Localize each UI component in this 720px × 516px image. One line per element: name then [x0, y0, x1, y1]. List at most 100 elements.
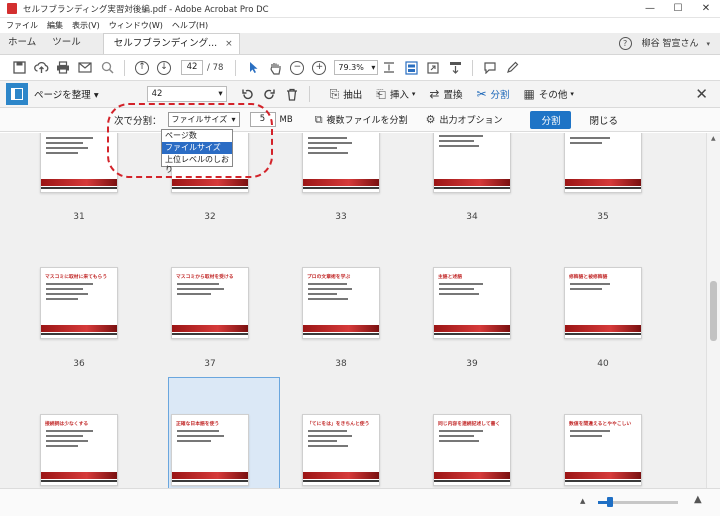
gear-icon: ⚙ — [425, 113, 436, 126]
page-thumbnail[interactable]: プロの文章術を学ぶ — [302, 267, 380, 339]
slide-body-lines — [303, 427, 379, 447]
more-options-button[interactable]: ▦ その他 ▾ — [524, 87, 574, 101]
scissors-icon: ✂ — [476, 87, 487, 101]
organize-pages-icon[interactable] — [6, 83, 28, 105]
zoom-slider-knob[interactable] — [607, 497, 613, 507]
extract-icon: ⎘ — [329, 86, 340, 101]
page-thumbnail[interactable]: 修飾語と被修飾語 — [564, 267, 642, 339]
organize-pages-label: ページを整理 — [34, 90, 91, 101]
page-thumbnail[interactable]: 各ガスタジオ広告について — [564, 133, 642, 193]
comment-icon[interactable] — [479, 57, 501, 79]
slide-footer-bar — [434, 179, 510, 186]
slide-footer-bar — [434, 325, 510, 332]
print-icon[interactable] — [52, 57, 74, 79]
more-grid-icon: ▦ — [523, 87, 535, 101]
user-name[interactable]: 柳谷 智宣さん — [642, 36, 699, 49]
search-icon[interactable] — [96, 57, 118, 79]
slide-footer-bar — [41, 472, 117, 479]
slide-footer-bar — [41, 179, 117, 186]
scroll-mode-icon[interactable] — [444, 57, 466, 79]
page-thumbnail[interactable]: 正確な日本語を使う — [171, 414, 249, 486]
help-icon[interactable]: ? — [618, 37, 632, 50]
page-display-icon[interactable] — [400, 57, 422, 79]
pen-icon[interactable] — [501, 57, 523, 79]
extract-button[interactable]: ⎘ 抽出 — [330, 87, 363, 102]
page-thumbnail[interactable]: 主語と述語 — [433, 267, 511, 339]
organize-pages-title[interactable]: ページを整理 ▾ — [34, 87, 99, 101]
close-organize-icon[interactable]: ✕ — [695, 85, 708, 103]
main-toolbar: ↑ ↓ 42 / 78 − + 79.3% ▾ — [0, 55, 720, 81]
slide-footer-bar — [41, 325, 117, 332]
split-button[interactable]: 分割 — [530, 110, 572, 129]
mail-icon[interactable] — [74, 57, 96, 79]
tab-document[interactable]: セルフブランディング... × — [102, 33, 240, 54]
zoom-small-icon[interactable]: ▲ — [580, 497, 585, 505]
zoom-level-select[interactable]: 79.3% ▾ — [334, 60, 379, 75]
upload-cloud-icon[interactable] — [30, 57, 52, 79]
tab-tools[interactable]: ツール — [44, 32, 89, 54]
rotate-left-icon[interactable] — [237, 83, 259, 105]
hand-tool-icon[interactable] — [264, 57, 286, 79]
page-range-select[interactable]: 42 ▾ — [146, 86, 227, 102]
split-multiple-files-button[interactable]: ⧉ 複数ファイルを分割 — [315, 113, 408, 127]
slide-title: 正確な日本語を使う — [176, 422, 220, 427]
close-tab-icon[interactable]: × — [225, 34, 233, 54]
page-number-input[interactable]: 42 — [181, 60, 203, 75]
page-thumbnail[interactable]: DELIM — [433, 133, 511, 193]
slide-title: 修飾語と被修飾語 — [569, 275, 608, 280]
replace-button[interactable]: ⇄ 置換 — [429, 87, 462, 101]
full-screen-icon[interactable] — [422, 57, 444, 79]
zoom-out-icon[interactable]: − — [286, 57, 308, 79]
menu-window[interactable]: ウィンドウ(W) — [109, 20, 163, 31]
scrollbar-thumb[interactable] — [710, 281, 717, 341]
slide-footer-bar — [303, 179, 379, 186]
tab-home[interactable]: ホーム — [0, 32, 44, 54]
rotate-right-icon[interactable] — [259, 83, 281, 105]
next-page-icon[interactable]: ↓ — [153, 57, 175, 79]
previous-page-icon[interactable]: ↑ — [131, 57, 153, 79]
callout-highlight — [107, 103, 273, 178]
close-split-button[interactable]: 閉じる — [589, 113, 618, 127]
thumbnail-zoom-slider[interactable] — [598, 497, 678, 507]
menu-view[interactable]: 表示(V) — [72, 20, 100, 31]
chevron-down-icon: ▾ — [93, 90, 99, 101]
tab-document-label: セルフブランディング... — [113, 38, 218, 49]
page-thumbnail[interactable]: 「てにをは」をきちんと使う — [302, 414, 380, 486]
replace-label: 置換 — [443, 90, 463, 101]
tab-row: ホーム ツール セルフブランディング... × ? 柳谷 智宣さん ▾ — [0, 33, 720, 55]
slide-body-lines — [434, 133, 510, 147]
zoom-in-icon[interactable]: + — [308, 57, 330, 79]
slide-footer-bar — [172, 472, 248, 479]
page-thumbnail[interactable]: 折込チラシ — [302, 133, 380, 193]
menu-help[interactable]: ヘルプ(H) — [172, 20, 208, 31]
slide-title: 接続詞は少なくする — [45, 422, 89, 427]
chevron-down-icon: ▾ — [411, 90, 416, 98]
split-tool-button[interactable]: ✂ 分割 — [476, 87, 509, 101]
acrobat-icon — [7, 3, 17, 14]
slide-body-lines — [565, 427, 641, 437]
slide-title: 同じ内容を連続記述して書く — [438, 422, 501, 427]
output-options-button[interactable]: ⚙ 出力オプション — [426, 113, 503, 126]
zoom-large-icon[interactable]: ▲ — [694, 494, 702, 505]
insert-button[interactable]: ⎗ 挿入 ▾ — [376, 87, 415, 102]
maximize-button[interactable]: ☐ — [664, 0, 692, 18]
chevron-down-icon[interactable]: ▾ — [706, 40, 710, 48]
page-thumbnail[interactable]: 接続詞は少なくする — [40, 414, 118, 486]
close-window-button[interactable]: ✕ — [692, 0, 720, 18]
slide-body-lines — [303, 280, 379, 300]
scroll-up-icon[interactable]: ▲ — [711, 135, 716, 142]
fit-page-icon[interactable] — [378, 57, 400, 79]
menu-file[interactable]: ファイル — [6, 20, 38, 31]
page-thumbnail[interactable]: マスコミに取材に来てもらう — [40, 267, 118, 339]
menu-edit[interactable]: 編集 — [47, 20, 63, 31]
page-number-label: 35 — [597, 212, 609, 222]
vertical-scrollbar[interactable]: ▲ — [706, 133, 720, 488]
page-thumbnail[interactable]: 数値を間違えるとややこしい — [564, 414, 642, 486]
organize-pages-toolbar: ページを整理 ▾ 42 ▾ ⎘ 抽出 ⎗ 挿入 ▾ ⇄ 置換 ✂ 分割 ▦ その… — [0, 81, 720, 108]
page-thumbnail[interactable]: マスコミから取材を受ける — [171, 267, 249, 339]
trash-icon[interactable] — [281, 83, 303, 105]
page-thumbnail[interactable]: 同じ内容を連続記述して書く — [433, 414, 511, 486]
save-icon[interactable] — [8, 57, 30, 79]
minimize-button[interactable]: — — [636, 0, 664, 18]
select-cursor-icon[interactable] — [242, 57, 264, 79]
